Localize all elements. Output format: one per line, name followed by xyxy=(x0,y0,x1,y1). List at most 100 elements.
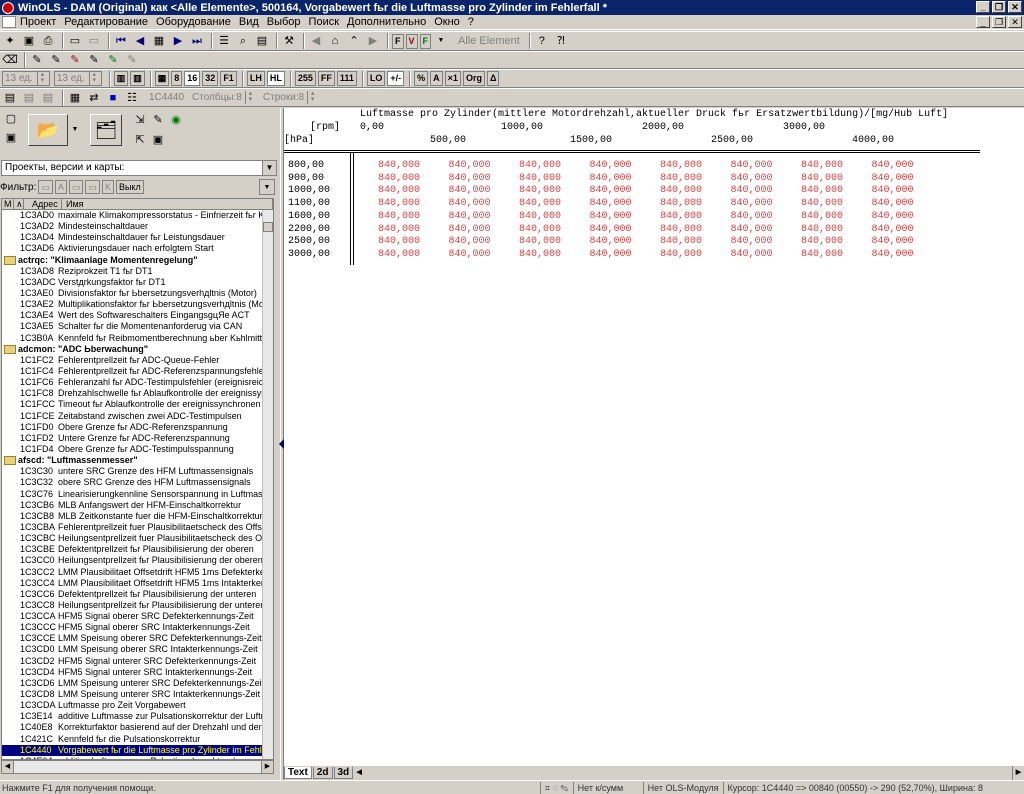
zoom-icon[interactable]: ⌕ xyxy=(235,33,251,49)
list-item[interactable]: 1C3CCE LMM Speisung oberer SRC Defekterke… xyxy=(2,633,262,644)
view-2-button[interactable]: ▥ xyxy=(130,71,145,86)
project-combo[interactable]: Проекты, версии и карты: ▼ xyxy=(1,160,277,176)
map-cell[interactable]: 840,000 xyxy=(449,224,491,235)
tab-text[interactable]: Text xyxy=(284,767,312,779)
export-icon[interactable]: ⇱ xyxy=(132,132,148,148)
eraser-icon[interactable]: ⌫ xyxy=(2,52,18,68)
map-cell[interactable]: 840,000 xyxy=(731,249,773,260)
dropdown-icon[interactable]: ▼ xyxy=(433,33,449,49)
map-cell[interactable]: 840,000 xyxy=(378,173,420,184)
mdi-close-button[interactable]: ✕ xyxy=(1008,16,1022,28)
bits32-button[interactable]: 32 xyxy=(202,71,219,86)
map-cell[interactable]: 840,000 xyxy=(378,211,420,222)
context-help-icon[interactable]: ⁈ xyxy=(553,33,569,49)
map-cell[interactable]: 840,000 xyxy=(872,224,914,235)
list-item[interactable]: 1C40E8 Korrekturfaktor basierend auf der … xyxy=(2,722,262,733)
list-item[interactable]: 1C3CB6 MLB Anfangswert der HFM-Einschaltk… xyxy=(2,500,262,511)
forward-icon[interactable]: ▶ xyxy=(365,33,381,49)
list-item[interactable]: 1C3CD4 HFM5 Signal unterer SRC Intakterke… xyxy=(2,667,262,678)
map-cell[interactable]: 840,000 xyxy=(731,185,773,196)
map-cell[interactable]: 840,000 xyxy=(449,249,491,260)
home-icon[interactable]: ⌂ xyxy=(327,33,343,49)
map-cell[interactable]: 840,000 xyxy=(801,211,843,222)
map-cell[interactable]: 840,000 xyxy=(519,224,561,235)
map-cell[interactable]: 840,000 xyxy=(801,236,843,247)
map-cell[interactable]: 840,000 xyxy=(660,185,702,196)
pen4-icon[interactable]: ✎ xyxy=(86,52,102,68)
list-item[interactable]: 1C3E14 additive Luftmasse zur Pulsationsk… xyxy=(2,711,262,722)
map-cell[interactable]: 840,000 xyxy=(449,173,491,184)
map-cell[interactable]: 840,000 xyxy=(801,224,843,235)
list-item[interactable]: 1C3AD0 maximale Klimakompressorstatus - E… xyxy=(2,210,262,221)
minimize-button[interactable]: _ xyxy=(976,1,990,13)
map-cell[interactable]: 840,000 xyxy=(378,198,420,209)
map-cell[interactable]: 840,000 xyxy=(519,249,561,260)
color-icon[interactable]: ■ xyxy=(105,90,121,106)
menu-item-1[interactable]: Редактирование xyxy=(64,16,148,28)
org-button[interactable]: Org xyxy=(462,71,485,86)
next-icon[interactable]: ▶ xyxy=(170,33,186,49)
map-cell[interactable]: 840,000 xyxy=(519,198,561,209)
save-file-icon[interactable]: ▣ xyxy=(3,130,19,146)
mdi-minimize-button[interactable]: _ xyxy=(976,16,990,28)
col-name[interactable]: Имя xyxy=(62,199,273,209)
first-icon[interactable]: ⏮ xyxy=(113,33,129,49)
map-cell[interactable]: 840,000 xyxy=(378,249,420,260)
list-item[interactable]: 1C1FC8 Drehzahlschwelle fьr Ablaufkontrol… xyxy=(2,388,262,399)
map-cell[interactable]: 840,000 xyxy=(519,173,561,184)
grid-view-button[interactable]: ▦ xyxy=(154,71,170,86)
list-item[interactable]: 1C1FD0 Obere Grenze fьr ADC-Referenzspann… xyxy=(2,422,262,433)
map-cell[interactable]: 840,000 xyxy=(801,185,843,196)
list-item[interactable]: 1C3CC8 Heilungsentprellzeit fьr Plausibil… xyxy=(2,600,262,611)
list-hscroll[interactable]: ◀ ▶ xyxy=(1,760,274,774)
rows-spin[interactable]: Строки:8 ▴ ▾ xyxy=(260,90,320,105)
list-item[interactable]: 1C3CCA HFM5 Signal oberer SRC Defekterken… xyxy=(2,611,262,622)
map-cell[interactable]: 840,000 xyxy=(660,236,702,247)
tab-2d[interactable]: 2d xyxy=(312,767,333,779)
pen5-icon[interactable]: ✎ xyxy=(105,52,121,68)
map-cell[interactable]: 840,000 xyxy=(872,185,914,196)
list-vscroll[interactable] xyxy=(262,210,273,759)
hilo-button[interactable]: HL xyxy=(266,71,285,86)
map-cell[interactable]: 840,000 xyxy=(731,173,773,184)
pen2-icon[interactable]: ✎ xyxy=(48,52,64,68)
map-cell[interactable]: 840,000 xyxy=(449,185,491,196)
list-item[interactable]: 1C3CD0 LMM Speisung oberer SRC Intakterke… xyxy=(2,644,262,655)
list-item[interactable]: 1C3AE5 Schalter fьr die Momentenanforderu… xyxy=(2,321,262,332)
list-item[interactable]: 1C3AD8 Reziprokzeit T1 fьr DT1 xyxy=(2,266,262,277)
f2-button[interactable]: F xyxy=(419,33,432,49)
list-item[interactable]: 1C3B0A Kennfeld fьr Reibmomentberechnung … xyxy=(2,333,262,344)
map-cell[interactable]: 840,000 xyxy=(378,160,420,171)
list-item[interactable]: 1C3CD2 HFM5 Signal unterer SRC Defekterke… xyxy=(2,656,262,667)
list-item[interactable]: 1C1FCE Zeitabstand zwischen zwei ADC-Test… xyxy=(2,411,262,422)
map-cell[interactable]: 840,000 xyxy=(660,211,702,222)
map-cell[interactable]: 840,000 xyxy=(801,173,843,184)
element-filter-label[interactable]: Alle Element xyxy=(458,35,520,47)
sign-button[interactable]: +/- xyxy=(387,71,405,86)
map-select-icon[interactable]: ▦ xyxy=(67,90,83,106)
map-cell[interactable]: 840,000 xyxy=(519,160,561,171)
view-1-button[interactable]: ▥ xyxy=(113,71,129,86)
map-cell[interactable]: 840,000 xyxy=(872,160,914,171)
lohi-button[interactable]: LH xyxy=(246,71,265,86)
map-cell[interactable]: 840,000 xyxy=(731,224,773,235)
map-cell[interactable]: 840,000 xyxy=(590,211,632,222)
menu-item-7[interactable]: Окно xyxy=(434,16,460,28)
percent-button[interactable]: % xyxy=(414,71,429,86)
pen3-icon[interactable]: ✎ xyxy=(67,52,83,68)
list-view-icon[interactable]: ☷ xyxy=(124,90,140,106)
menu-item-4[interactable]: Выбор xyxy=(267,16,301,28)
map-cell[interactable]: 840,000 xyxy=(590,249,632,260)
bits16-button[interactable]: 16 xyxy=(184,71,201,86)
map-cell[interactable]: 840,000 xyxy=(590,224,632,235)
bin-button[interactable]: 111 xyxy=(336,71,357,86)
col-address[interactable]: Адрес xyxy=(24,199,62,209)
back-icon[interactable]: ◀ xyxy=(308,33,324,49)
tools-icon[interactable]: ⚒ xyxy=(281,33,297,49)
list-item[interactable]: 1C3AE0 Divisionsfaktor fьr Ьbersetzungsve… xyxy=(2,288,262,299)
map-icon[interactable]: ▤ xyxy=(2,90,18,106)
map-cell[interactable]: 840,000 xyxy=(872,198,914,209)
columns-spin[interactable]: Столбцы:8 ▴ ▾ xyxy=(190,90,257,105)
list-item[interactable]: 1C3ADC Verstдrkungsfaktor fьr DT1 xyxy=(2,277,262,288)
map-cell[interactable]: 840,000 xyxy=(378,236,420,247)
